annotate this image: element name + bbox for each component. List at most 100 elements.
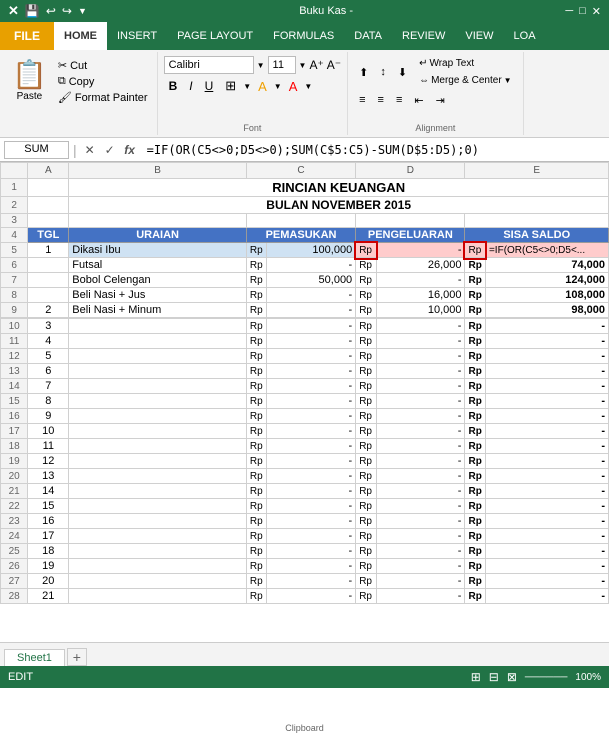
cancel-formula-button[interactable]: ✕ xyxy=(81,141,99,159)
cell-d17-rp[interactable]: Rp xyxy=(356,424,376,439)
cell-a18[interactable]: 11 xyxy=(28,439,69,454)
normal-view-icon[interactable]: ⊞ xyxy=(471,670,481,684)
cell-c5-rp[interactable]: Rp xyxy=(246,243,266,258)
cell-c24-val[interactable]: - xyxy=(267,529,356,544)
cell-c17-val[interactable]: - xyxy=(267,424,356,439)
cell-d21-rp[interactable]: Rp xyxy=(356,484,376,499)
cell-d10-rp[interactable]: Rp xyxy=(356,319,376,334)
font-size-input[interactable]: 11 xyxy=(268,56,296,74)
cell-d25-rp[interactable]: Rp xyxy=(356,544,376,559)
cell-d3[interactable] xyxy=(356,214,465,228)
cell-e14-rp[interactable]: Rp xyxy=(465,379,485,394)
cell-e10-rp[interactable]: Rp xyxy=(465,319,485,334)
cell-a16[interactable]: 9 xyxy=(28,409,69,424)
cell-d20-val[interactable]: - xyxy=(376,469,465,484)
cell-b1[interactable]: RINCIAN KEUANGAN xyxy=(69,179,609,197)
italic-button[interactable]: I xyxy=(184,77,197,95)
tab-insert[interactable]: INSERT xyxy=(107,22,167,50)
cell-d18-val[interactable]: - xyxy=(376,439,465,454)
cell-d12-val[interactable]: - xyxy=(376,349,465,364)
cell-b26[interactable] xyxy=(69,559,247,574)
cell-c4[interactable]: PEMASUKAN xyxy=(246,228,355,243)
insert-function-button[interactable]: fx xyxy=(121,141,139,159)
cell-b14[interactable] xyxy=(69,379,247,394)
cell-a9[interactable]: 2 xyxy=(28,303,69,318)
cell-b10[interactable] xyxy=(69,319,247,334)
cell-e28-rp[interactable]: Rp xyxy=(465,589,485,604)
cell-e7-rp[interactable]: Rp xyxy=(465,273,485,288)
page-break-icon[interactable]: ⊠ xyxy=(507,670,517,684)
cell-e8-rp[interactable]: Rp xyxy=(465,288,485,303)
cell-d8-rp[interactable]: Rp xyxy=(356,288,376,303)
cell-c26-rp[interactable]: Rp xyxy=(246,559,266,574)
cell-c8-rp[interactable]: Rp xyxy=(246,288,266,303)
font-size-arrow[interactable]: ▼ xyxy=(299,61,307,70)
tab-home[interactable]: HOME xyxy=(54,22,107,50)
cell-d16-val[interactable]: - xyxy=(376,409,465,424)
cell-e17-rp[interactable]: Rp xyxy=(465,424,485,439)
cell-c9-rp[interactable]: Rp xyxy=(246,303,266,318)
tab-page-layout[interactable]: PAGE LAYOUT xyxy=(167,22,263,50)
cell-e25-rp[interactable]: Rp xyxy=(465,544,485,559)
fill-color-arrow[interactable]: ▼ xyxy=(274,82,282,91)
cell-b27[interactable] xyxy=(69,574,247,589)
paste-button[interactable]: 📋 Paste xyxy=(6,56,53,104)
close-icon[interactable]: ✕ xyxy=(592,5,601,18)
cell-c7-rp[interactable]: Rp xyxy=(246,273,266,288)
cell-e6-rp[interactable]: Rp xyxy=(465,258,485,273)
cell-d21-val[interactable]: - xyxy=(376,484,465,499)
cell-a8[interactable] xyxy=(28,288,69,303)
cell-d6-rp[interactable]: Rp xyxy=(356,258,376,273)
cell-b11[interactable] xyxy=(69,334,247,349)
cell-c8-val[interactable]: - xyxy=(267,288,356,303)
cell-e25-val[interactable]: - xyxy=(485,544,608,559)
cell-e22-val[interactable]: - xyxy=(485,499,608,514)
cell-b4[interactable]: URAIAN xyxy=(69,228,247,243)
cell-d27-val[interactable]: - xyxy=(376,574,465,589)
cell-e28-val[interactable]: - xyxy=(485,589,608,604)
cell-e4[interactable]: SISA SALDO xyxy=(465,228,609,243)
decrease-indent-button[interactable]: ⇤ xyxy=(409,91,428,109)
cell-b8[interactable]: Beli Nasi + Jus xyxy=(69,288,247,303)
cell-a20[interactable]: 13 xyxy=(28,469,69,484)
font-name-arrow[interactable]: ▼ xyxy=(257,61,265,70)
cell-c20-val[interactable]: - xyxy=(267,469,356,484)
cell-d13-val[interactable]: - xyxy=(376,364,465,379)
cell-e5-val[interactable]: =IF(OR(C5<>0;D5<... xyxy=(485,243,608,258)
cell-e10-val[interactable]: - xyxy=(485,319,608,334)
tab-loa[interactable]: LOA xyxy=(504,22,546,50)
align-center-button[interactable]: ≡ xyxy=(373,91,389,109)
cell-d24-rp[interactable]: Rp xyxy=(356,529,376,544)
cell-e7-val[interactable]: 124,000 xyxy=(485,273,608,288)
cell-e15-rp[interactable]: Rp xyxy=(465,394,485,409)
cell-c16-rp[interactable]: Rp xyxy=(246,409,266,424)
cell-a22[interactable]: 15 xyxy=(28,499,69,514)
cell-d25-val[interactable]: - xyxy=(376,544,465,559)
cell-d11-val[interactable]: - xyxy=(376,334,465,349)
cell-d7-val[interactable]: - xyxy=(376,273,465,288)
cell-b23[interactable] xyxy=(69,514,247,529)
cell-d28-rp[interactable]: Rp xyxy=(356,589,376,604)
undo-icon[interactable]: ↩ xyxy=(46,4,56,18)
cell-d13-rp[interactable]: Rp xyxy=(356,364,376,379)
cell-c12-val[interactable]: - xyxy=(267,349,356,364)
cell-e11-rp[interactable]: Rp xyxy=(465,334,485,349)
cell-e15-val[interactable]: - xyxy=(485,394,608,409)
cell-c18-val[interactable]: - xyxy=(267,439,356,454)
cell-c27-val[interactable]: - xyxy=(267,574,356,589)
cell-a24[interactable]: 17 xyxy=(28,529,69,544)
cell-e6-val[interactable]: 74,000 xyxy=(485,258,608,273)
align-bottom-button[interactable]: ⬇ xyxy=(393,63,412,81)
cell-d6-val[interactable]: 26,000 xyxy=(376,258,465,273)
cell-c13-val[interactable]: - xyxy=(267,364,356,379)
confirm-formula-button[interactable]: ✓ xyxy=(101,141,119,159)
cell-e21-rp[interactable]: Rp xyxy=(465,484,485,499)
cell-c28-rp[interactable]: Rp xyxy=(246,589,266,604)
cell-e18-val[interactable]: - xyxy=(485,439,608,454)
cell-e16-val[interactable]: - xyxy=(485,409,608,424)
cell-b18[interactable] xyxy=(69,439,247,454)
cell-b28[interactable] xyxy=(69,589,247,604)
cell-c23-val[interactable]: - xyxy=(267,514,356,529)
zoom-slider[interactable]: ────── xyxy=(525,672,568,683)
merge-center-button[interactable]: ⇔ Merge & Center ▼ xyxy=(414,73,517,88)
